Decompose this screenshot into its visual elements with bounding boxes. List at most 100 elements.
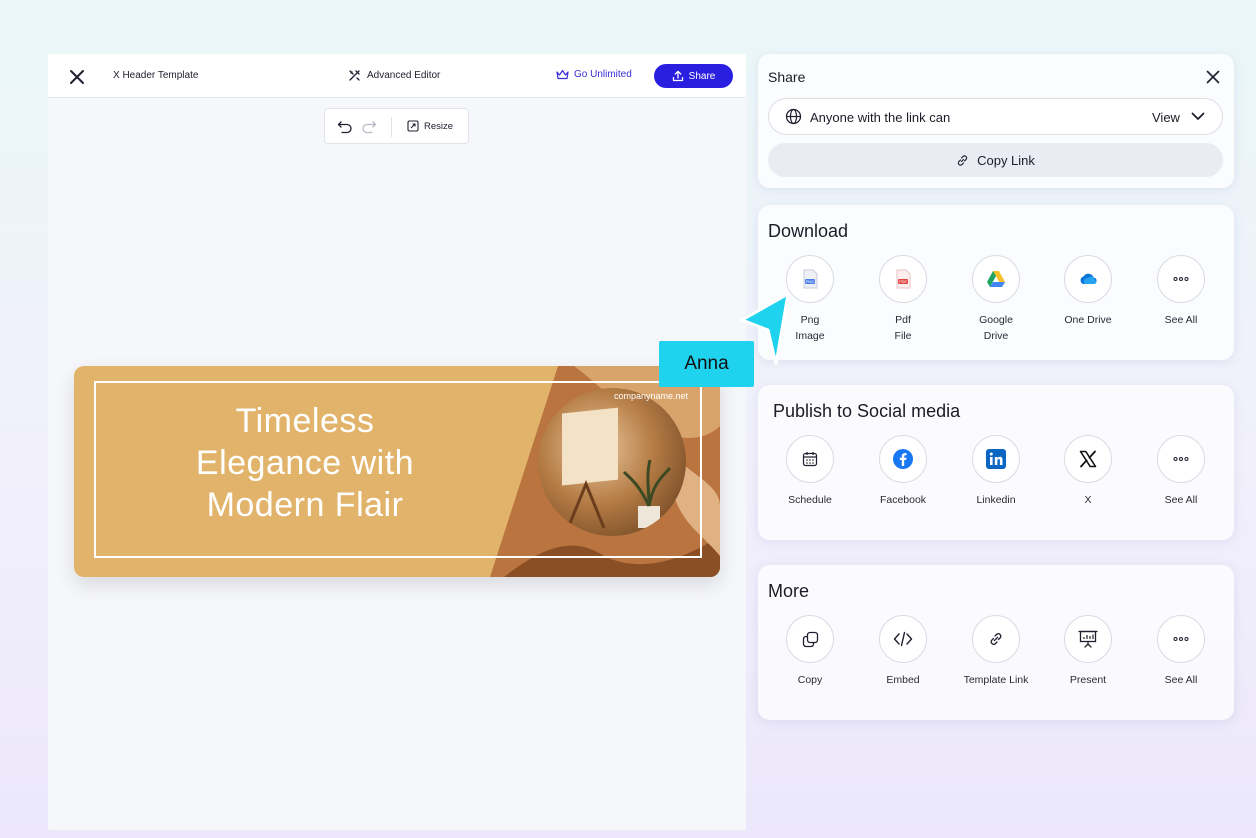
option-label: X <box>1084 494 1092 506</box>
redo-icon[interactable] <box>361 120 377 134</box>
google-drive-icon <box>987 271 1005 287</box>
collaborator-name-tag: Anna <box>659 341 754 387</box>
onedrive-icon <box>1080 273 1097 284</box>
embed-code-icon <box>893 631 913 647</box>
png-file-icon: PNG <box>803 269 818 289</box>
more-panel: More Copy Embed Template Link Present Se… <box>758 565 1234 720</box>
go-unlimited-label: Go Unlimited <box>574 69 632 80</box>
banner-headline[interactable]: Timeless Elegance with Modern Flair <box>174 400 436 526</box>
download-google-drive-option[interactable]: Google Drive <box>950 255 1042 344</box>
more-title: More <box>768 581 810 601</box>
advanced-editor-label: Advanced Editor <box>367 70 441 81</box>
option-label: See All <box>1164 494 1198 506</box>
header-banner-design[interactable]: Timeless Elegance with Modern Flair comp… <box>74 366 720 577</box>
svg-text:PDF: PDF <box>899 280 907 284</box>
tools-icon <box>349 70 360 81</box>
upload-icon <box>672 70 683 82</box>
more-see-all-option[interactable]: See All <box>1135 615 1227 688</box>
template-link-option[interactable]: Template Link <box>950 615 1042 688</box>
more-dots-icon <box>1173 277 1189 281</box>
presentation-icon <box>1078 630 1098 648</box>
resize-button[interactable]: Resize <box>407 120 453 132</box>
canvas-toolbar: Resize <box>324 108 469 144</box>
advanced-editor-button[interactable]: Advanced Editor <box>348 69 440 82</box>
option-circle <box>972 615 1020 663</box>
option-circle <box>786 615 834 663</box>
link-icon <box>957 154 968 166</box>
option-label: Embed <box>886 674 920 686</box>
option-label: One Drive <box>1064 314 1112 326</box>
download-see-all-option[interactable]: See All <box>1135 255 1227 328</box>
x-option[interactable]: X <box>1042 435 1134 508</box>
svg-text:PNG: PNG <box>806 280 814 284</box>
option-circle <box>972 435 1020 483</box>
copy-link-label: Copy Link <box>977 152 1035 168</box>
option-circle <box>1064 435 1112 483</box>
option-label: Pdf File <box>894 314 912 342</box>
option-circle <box>972 255 1020 303</box>
schedule-option[interactable]: Schedule <box>764 435 856 508</box>
link-icon <box>990 633 1002 645</box>
share-button-label: Share <box>688 70 716 82</box>
option-label: Copy <box>797 674 823 686</box>
option-label: Template Link <box>963 674 1029 686</box>
option-circle: PDF <box>879 255 927 303</box>
linkedin-icon <box>986 449 1006 469</box>
embed-option[interactable]: Embed <box>857 615 949 688</box>
copy-icon <box>802 631 818 647</box>
option-label: Schedule <box>788 494 832 506</box>
share-panel-title: Share <box>768 69 806 85</box>
link-access-label: Anyone with the link can <box>810 110 951 125</box>
more-dots-icon <box>1173 457 1189 461</box>
option-circle <box>1064 255 1112 303</box>
option-circle <box>786 435 834 483</box>
calendar-icon <box>802 452 818 467</box>
editor-header: X Header Template Advanced Editor Go Unl… <box>48 54 746 98</box>
option-circle <box>1157 435 1205 483</box>
option-label: Present <box>1069 674 1107 686</box>
document-title: X Header Template <box>113 70 199 81</box>
editor-window: X Header Template Advanced Editor Go Unl… <box>48 54 746 830</box>
download-panel: Download PNG Png Image PDF Pdf File Goog… <box>758 205 1234 360</box>
link-access-dropdown[interactable]: Anyone with the link can View <box>768 98 1223 135</box>
option-circle <box>879 435 927 483</box>
permission-value: View <box>1152 110 1180 125</box>
pdf-file-icon: PDF <box>896 269 911 289</box>
more-dots-icon <box>1173 637 1189 641</box>
option-label: See All <box>1164 674 1198 686</box>
download-pdf-option[interactable]: PDF Pdf File <box>857 255 949 344</box>
share-panel: Share Anyone with the link can View Copy… <box>758 54 1234 188</box>
option-label: Google Drive <box>979 314 1013 342</box>
option-circle <box>879 615 927 663</box>
chevron-down-icon <box>1191 112 1205 120</box>
present-option[interactable]: Present <box>1042 615 1134 688</box>
option-label: See All <box>1164 314 1198 326</box>
globe-icon <box>785 108 802 125</box>
x-logo-icon <box>1079 450 1097 468</box>
option-circle <box>1157 615 1205 663</box>
option-label: Linkedin <box>976 494 1016 506</box>
banner-website-url[interactable]: companyname.net <box>614 391 688 401</box>
option-label: Facebook <box>879 494 927 506</box>
go-unlimited-button[interactable]: Go Unlimited <box>556 69 632 80</box>
option-circle <box>1064 615 1112 663</box>
copy-option[interactable]: Copy <box>764 615 856 688</box>
facebook-icon <box>893 449 913 469</box>
copy-link-button[interactable]: Copy Link <box>768 143 1223 177</box>
download-onedrive-option[interactable]: One Drive <box>1042 255 1134 328</box>
close-icon[interactable] <box>68 68 86 86</box>
close-icon[interactable] <box>1206 70 1220 84</box>
crown-icon <box>556 69 569 80</box>
option-label: Png Image <box>795 314 825 342</box>
share-button[interactable]: Share <box>654 64 733 88</box>
social-media-panel: Publish to Social media Schedule Faceboo… <box>758 385 1234 540</box>
undo-icon[interactable] <box>337 120 353 134</box>
resize-icon <box>407 120 419 132</box>
facebook-option[interactable]: Facebook <box>857 435 949 508</box>
toolbar-divider <box>391 117 392 137</box>
download-title: Download <box>768 221 849 241</box>
social-see-all-option[interactable]: See All <box>1135 435 1227 508</box>
option-circle <box>1157 255 1205 303</box>
linkedin-option[interactable]: Linkedin <box>950 435 1042 508</box>
social-media-title: Publish to Social media <box>773 401 961 421</box>
